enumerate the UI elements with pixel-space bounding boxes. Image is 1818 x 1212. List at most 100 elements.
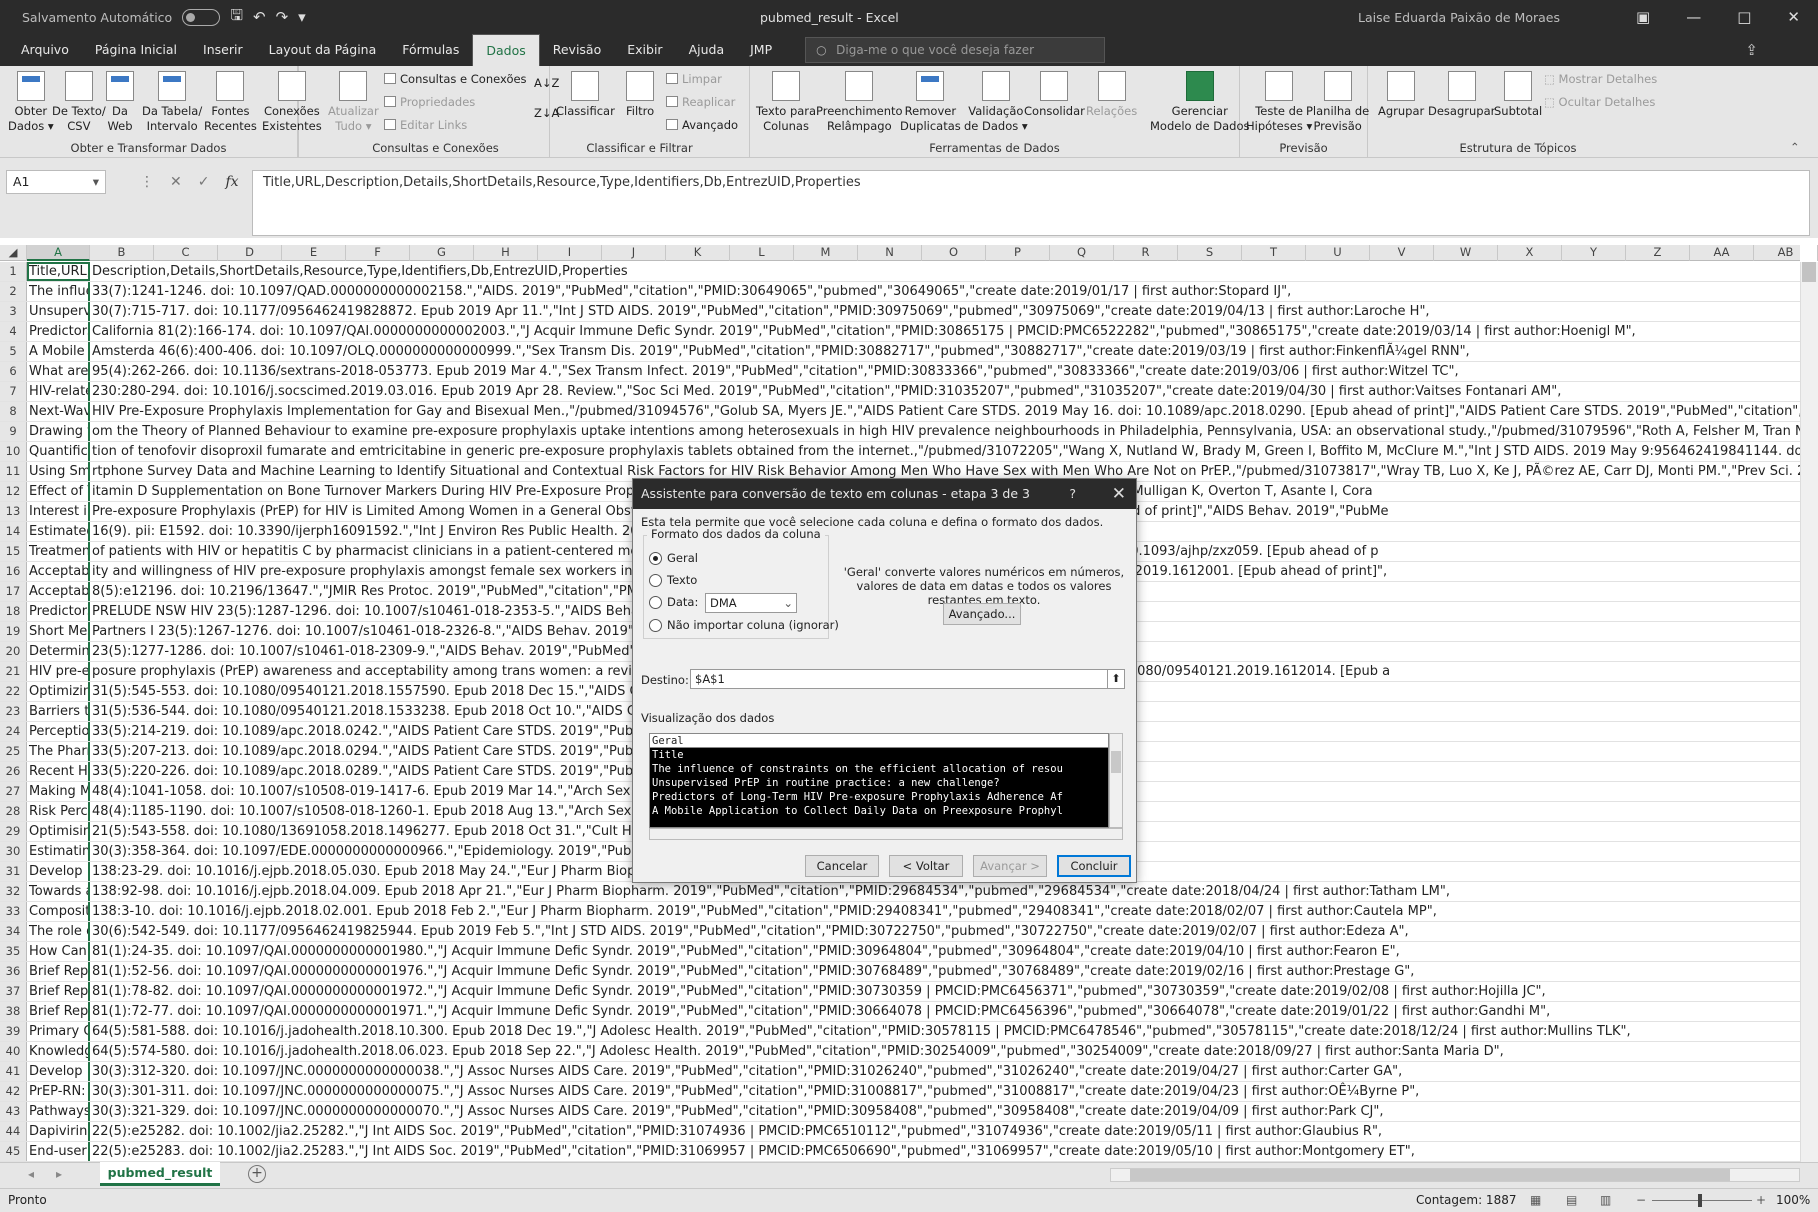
radio-date[interactable]: Data:	[649, 595, 698, 609]
row-header[interactable]: 24	[0, 722, 27, 741]
properties-button[interactable]: Propriedades	[384, 95, 475, 109]
cell-overflow-text[interactable]: 138:3-10. doi: 10.1016/j.ejpb.2018.02.00…	[90, 902, 1800, 921]
column-header-b[interactable]: B	[90, 245, 154, 261]
column-header-s[interactable]: S	[1178, 245, 1242, 261]
cell-overflow-text[interactable]: 81(1):52-56. doi: 10.1097/QAI.0000000000…	[90, 962, 1800, 981]
cell-a[interactable]: Recent HI	[27, 762, 90, 781]
row-header[interactable]: 17	[0, 582, 27, 601]
row-header[interactable]: 12	[0, 482, 27, 501]
relationships-button[interactable]: Relações	[1086, 71, 1137, 119]
cell-overflow-text[interactable]: 30(3):301-311. doi: 10.1097/JNC.00000000…	[90, 1082, 1800, 1101]
column-header-f[interactable]: F	[346, 245, 410, 261]
tab-exibir[interactable]: Exibir	[614, 34, 675, 66]
radio-skip[interactable]: Não importar coluna (ignorar)	[649, 618, 839, 632]
row-header[interactable]: 22	[0, 682, 27, 701]
radio-general[interactable]: Geral	[649, 551, 698, 565]
column-header-c[interactable]: C	[154, 245, 218, 261]
cell-a[interactable]: Pathways	[27, 1102, 90, 1121]
tab-jmp[interactable]: JMP	[737, 34, 785, 66]
close-icon[interactable]: ✕	[1787, 8, 1800, 26]
what-if-button[interactable]: Teste de Hipóteses ▾	[1246, 71, 1312, 134]
select-all-corner[interactable]: ◢	[0, 245, 27, 261]
column-header-l[interactable]: L	[730, 245, 794, 261]
tab-pagina-inicial[interactable]: Página Inicial	[82, 34, 190, 66]
cell-a[interactable]: Optimizin	[27, 682, 90, 701]
show-detail-button[interactable]: ⬚ Mostrar Detalhes	[1544, 72, 1657, 86]
row-header[interactable]: 34	[0, 922, 27, 941]
row-header[interactable]: 38	[0, 1002, 27, 1021]
cell-a[interactable]: Determin	[27, 642, 90, 661]
add-sheet-icon[interactable]: +	[248, 1165, 266, 1183]
column-header-h[interactable]: H	[474, 245, 538, 261]
cell-overflow-text[interactable]: 64(5):581-588. doi: 10.1016/j.jadohealth…	[90, 1022, 1800, 1041]
data-preview[interactable]: Geral Title The influence of constraints…	[649, 733, 1109, 828]
from-web-button[interactable]: Da Web	[106, 71, 134, 134]
cell-a[interactable]: Barriers to	[27, 702, 90, 721]
column-header-n[interactable]: N	[858, 245, 922, 261]
cell-a[interactable]: Risk Perce	[27, 802, 90, 821]
row-header[interactable]: 25	[0, 742, 27, 761]
cell-overflow-text[interactable]: 22(5):e25282. doi: 10.1002/jia2.25282.",…	[90, 1122, 1800, 1141]
row-header[interactable]: 33	[0, 902, 27, 921]
row-header[interactable]: 18	[0, 602, 27, 621]
prev-sheet-icon[interactable]: ◂	[28, 1167, 34, 1181]
zoom-slider[interactable]	[1652, 1200, 1752, 1201]
manage-data-model-button[interactable]: Gerenciar Modelo de Dados	[1150, 71, 1249, 134]
normal-view-icon[interactable]: ▦	[1530, 1189, 1541, 1211]
column-header-aa[interactable]: AA	[1690, 245, 1754, 261]
page-layout-icon[interactable]: ▤	[1566, 1189, 1577, 1211]
minimize-icon[interactable]: —	[1686, 8, 1701, 26]
destination-input[interactable]: $A$1	[690, 669, 1108, 689]
insert-function-icon[interactable]: fx	[225, 174, 238, 190]
row-header[interactable]: 39	[0, 1022, 27, 1041]
column-header-t[interactable]: T	[1242, 245, 1306, 261]
from-table-button[interactable]: Da Tabela/Intervalo	[142, 71, 202, 134]
cell-a[interactable]: Dapivirine	[27, 1122, 90, 1141]
customize-toolbar-icon[interactable]: ▾	[298, 8, 306, 26]
radio-text[interactable]: Texto	[649, 573, 697, 587]
zoom-slider-thumb[interactable]	[1698, 1194, 1702, 1207]
collapse-dialog-icon[interactable]: ⬆	[1107, 669, 1125, 689]
text-to-columns-button[interactable]: Texto para Colunas	[756, 71, 816, 134]
zoom-out-icon[interactable]: −	[1636, 1189, 1646, 1211]
row-header[interactable]: 9	[0, 422, 27, 441]
cell-a[interactable]: The role o	[27, 922, 90, 941]
row-header[interactable]: 36	[0, 962, 27, 981]
cell-a[interactable]: Treatment	[27, 542, 90, 561]
vertical-scrollbar[interactable]	[1800, 262, 1818, 1162]
vertical-scroll-thumb[interactable]	[1802, 262, 1816, 282]
cell-overflow-text[interactable]: 230:280-294. doi: 10.1016/j.socscimed.20…	[90, 382, 1800, 401]
cell-a[interactable]: Brief Rep	[27, 982, 90, 1001]
column-header-e[interactable]: E	[282, 245, 346, 261]
flash-fill-button[interactable]: Preenchimento Relâmpago	[816, 71, 903, 134]
row-header[interactable]: 7	[0, 382, 27, 401]
cell-a[interactable]: HIV-relate	[27, 382, 90, 401]
cell-a[interactable]: Drawing f	[27, 422, 90, 441]
column-header-j[interactable]: J	[602, 245, 666, 261]
maximize-icon[interactable]: □	[1737, 8, 1751, 26]
page-break-icon[interactable]: ▥	[1600, 1189, 1611, 1211]
cell-a[interactable]: HIV pre-ex	[27, 662, 90, 681]
row-header[interactable]: 11	[0, 462, 27, 481]
cell-overflow-text[interactable]: 81(1):78-82. doi: 10.1097/QAI.0000000000…	[90, 982, 1800, 1001]
cell-overflow-text[interactable]: Amsterda 46(6):400-406. doi: 10.1097/OLQ…	[90, 342, 1800, 361]
recent-sources-button[interactable]: Fontes Recentes	[204, 71, 257, 134]
row-header[interactable]: 42	[0, 1082, 27, 1101]
from-text-csv-button[interactable]: De Texto/CSV	[52, 71, 106, 134]
cell-a[interactable]: Title,URL,	[27, 262, 90, 281]
data-validation-button[interactable]: Validação de Dados ▾	[964, 71, 1028, 134]
cell-a[interactable]: Making M	[27, 782, 90, 801]
cell-a[interactable]: Acceptabil	[27, 582, 90, 601]
cell-a[interactable]: Develop	[27, 1062, 90, 1081]
autosave-toggle[interactable]	[182, 8, 221, 26]
refresh-all-button[interactable]: Atualizar Tudo ▾	[328, 71, 379, 134]
cell-a[interactable]: Towards a	[27, 882, 90, 901]
column-header-u[interactable]: U	[1306, 245, 1370, 261]
ribbon-options-icon[interactable]: ▣	[1636, 8, 1650, 26]
preview-vertical-scrollbar[interactable]	[1109, 733, 1123, 828]
cell-a[interactable]: The influe	[27, 282, 90, 301]
cell-a[interactable]: Unsuperv	[27, 302, 90, 321]
row-header[interactable]: 13	[0, 502, 27, 521]
cell-a[interactable]: Next-Wave	[27, 402, 90, 421]
column-header-d[interactable]: D	[218, 245, 282, 261]
